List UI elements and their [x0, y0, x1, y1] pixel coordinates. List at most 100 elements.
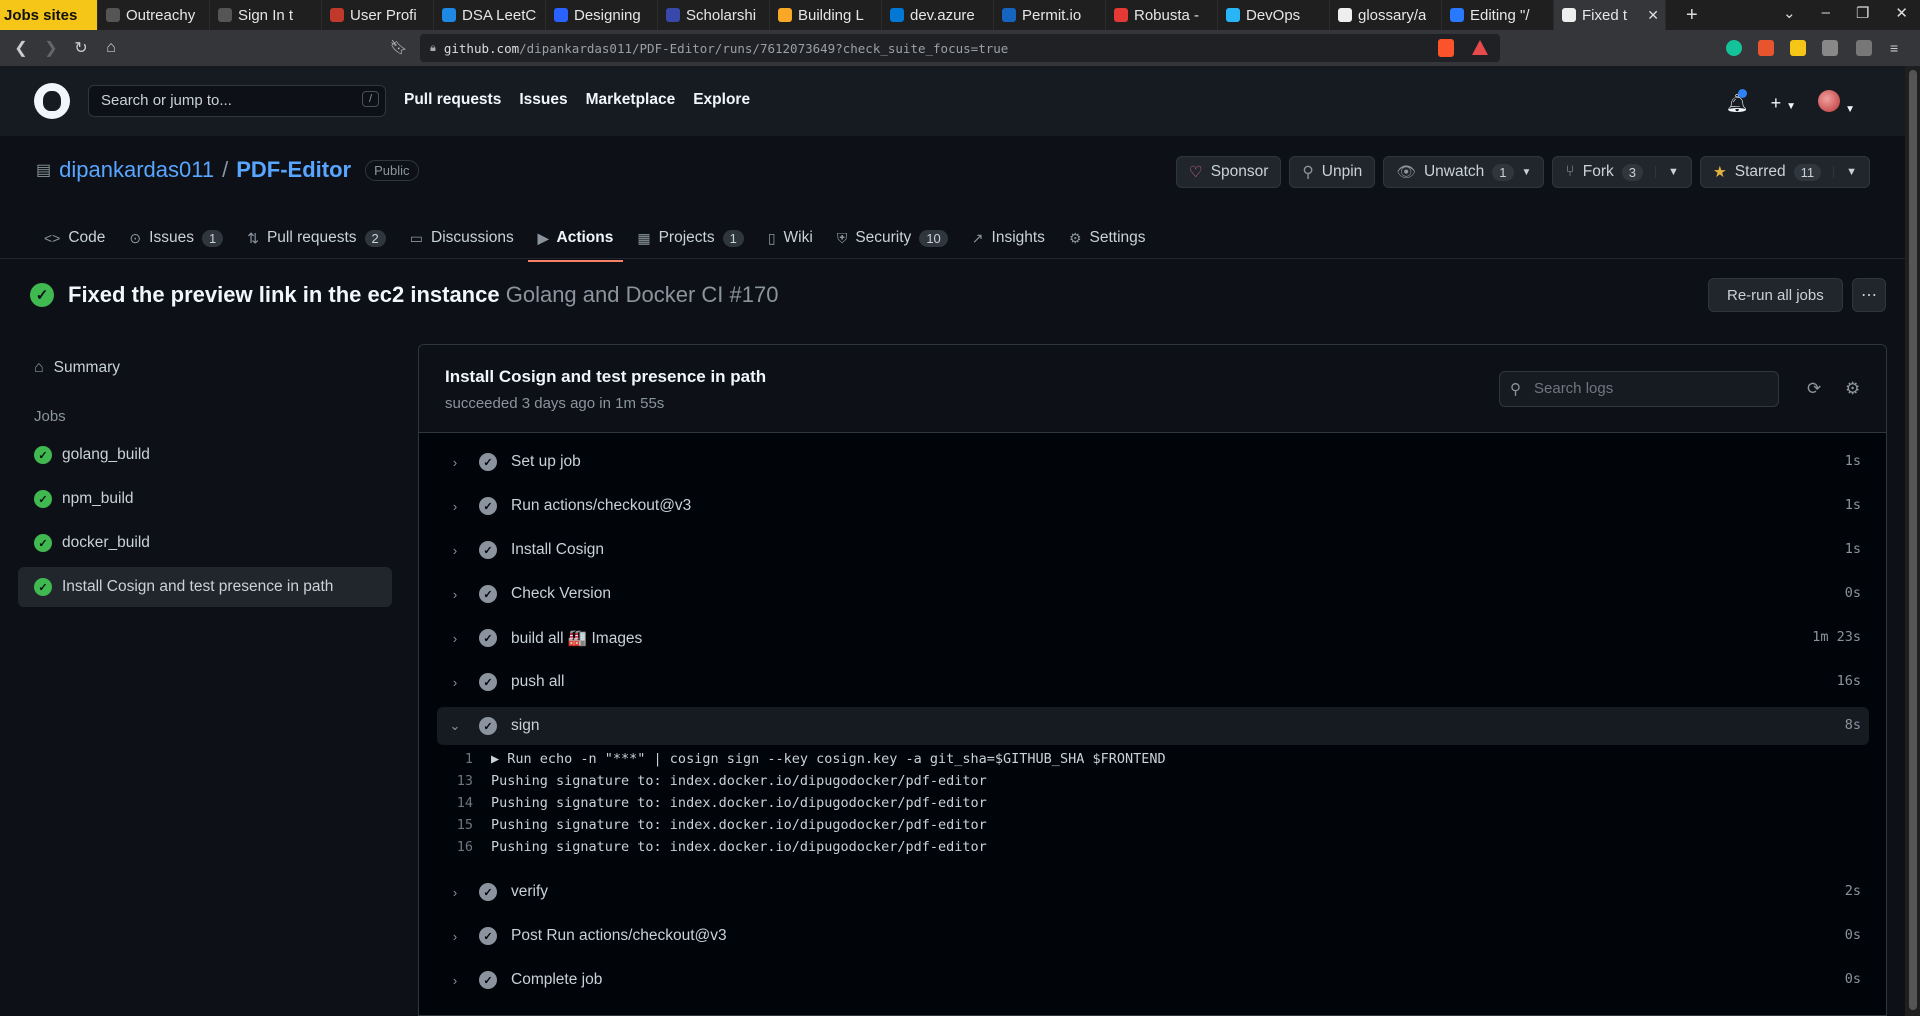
fork-button[interactable]: ⑂ Fork 3 ▼	[1552, 156, 1692, 188]
browser-tab[interactable]: DSA LeetCo	[434, 0, 546, 30]
log-line-number[interactable]: 15	[437, 817, 491, 839]
tab-pull-requests[interactable]: ⇅ Pull requests 2	[237, 216, 396, 260]
browser-tab[interactable]: Building L	[770, 0, 882, 30]
job-step[interactable]: › ✓ Post Run actions/checkout@v3 0s	[437, 917, 1869, 955]
browser-tab[interactable]: Designing	[546, 0, 658, 30]
job-step[interactable]: › ✓ Check Version 0s	[437, 575, 1869, 613]
sidebar-job-item[interactable]: ✓ Install Cosign and test presence in pat…	[18, 567, 392, 607]
log-line-number[interactable]: 13	[437, 773, 491, 795]
brave-shield-icon[interactable]	[1438, 39, 1454, 57]
tab-settings[interactable]: ⚙ Settings	[1059, 216, 1156, 260]
job-step[interactable]: › ✓ Set up job 1s	[437, 443, 1869, 481]
job-step[interactable]: › ✓ push all 16s	[437, 663, 1869, 701]
browser-tab[interactable]: DevOps	[1218, 0, 1330, 30]
forward-icon[interactable]: ❯	[36, 38, 66, 58]
new-tab-icon[interactable]: +	[1686, 4, 1698, 27]
browser-tab[interactable]: glossary/a	[1330, 0, 1442, 30]
repo-name-link[interactable]: PDF-Editor	[236, 157, 351, 183]
job-step[interactable]: › ✓ verify 2s	[437, 873, 1869, 911]
brave-rewards-icon[interactable]	[1472, 40, 1488, 55]
tab-discussions[interactable]: ▭ Discussions	[400, 216, 524, 260]
unwatch-button[interactable]: 👁︎ Unwatch 1 ▼	[1383, 156, 1545, 188]
tab-wiki[interactable]: ▯ Wiki	[758, 216, 823, 260]
scrollbar-thumb[interactable]	[1909, 70, 1917, 1010]
star-dropdown-chevron-icon[interactable]: ▼	[1833, 166, 1857, 178]
job-step[interactable]: › ✓ build all 🏭 Images 1m 23s	[437, 619, 1869, 657]
page-scrollbar[interactable]	[1905, 66, 1920, 1016]
chevron-right-icon[interactable]: ›	[437, 455, 473, 470]
chevron-right-icon[interactable]: ›	[437, 973, 473, 988]
back-icon[interactable]: ❮	[6, 38, 36, 58]
minimize-icon[interactable]: –	[1822, 4, 1830, 22]
browser-tab[interactable]: Sign In t	[210, 0, 322, 30]
sidebar-job-item[interactable]: ✓ docker_build	[18, 523, 392, 563]
job-step[interactable]: › ✓ Complete job 0s	[437, 961, 1869, 999]
unpin-button[interactable]: ⚲ Unpin	[1289, 156, 1376, 188]
log-line-number[interactable]: 14	[437, 795, 491, 817]
chevron-right-icon[interactable]: ›	[437, 675, 473, 690]
job-step[interactable]: › ✓ Run actions/checkout@v3 1s	[437, 487, 1869, 525]
fork-dropdown-chevron-icon[interactable]: ▼	[1654, 166, 1679, 178]
log-line-number[interactable]: 16	[437, 839, 491, 861]
chevron-right-icon[interactable]: ›	[437, 929, 473, 944]
refresh-icon[interactable]: ⟳	[1807, 379, 1821, 399]
close-tab-icon[interactable]: ✕	[1647, 7, 1659, 24]
repo-owner-link[interactable]: dipankardas011	[59, 157, 214, 183]
browser-tab[interactable]: Jobs sites	[0, 0, 98, 30]
wallet-icon[interactable]	[1856, 40, 1872, 56]
browser-tab[interactable]: Permit.io	[994, 0, 1106, 30]
search-logs-input[interactable]: ⚲ Search logs	[1499, 371, 1779, 407]
job-step[interactable]: ⌄ ✓ sign 8s	[437, 707, 1869, 745]
nav-marketplace[interactable]: Marketplace	[586, 91, 676, 109]
browser-menu-icon[interactable]: ≡	[1890, 40, 1906, 56]
tab-insights[interactable]: ↗ Insights	[962, 216, 1055, 260]
github-logo-icon[interactable]	[34, 83, 70, 119]
bookmark-icon[interactable]: 🔖︎	[390, 39, 408, 56]
nav-explore[interactable]: Explore	[693, 91, 750, 109]
more-options-icon[interactable]: ⋯	[1852, 278, 1886, 312]
create-new-plus-icon[interactable]: + ▼	[1771, 93, 1796, 114]
browser-tab[interactable]: User Profi	[322, 0, 434, 30]
job-step[interactable]: › ✓ Install Cosign 1s	[437, 531, 1869, 569]
browser-tab[interactable]: Robusta -	[1106, 0, 1218, 30]
browser-tab[interactable]: Editing "/	[1442, 0, 1554, 30]
tab-search-icon[interactable]: ⌄	[1783, 4, 1796, 22]
tab-projects[interactable]: ▦ Projects 1	[627, 216, 753, 260]
gear-icon[interactable]: ⚙	[1845, 379, 1860, 399]
user-menu[interactable]: ▼	[1818, 90, 1855, 117]
log-line[interactable]: 1 ▶ Run echo -n "***" | cosign sign --key…	[437, 751, 1869, 773]
sidebar-job-item[interactable]: ✓ npm_build	[18, 479, 392, 519]
notifications-bell-icon[interactable]: 🔔︎	[1726, 89, 1749, 114]
chevron-right-icon[interactable]: ›	[437, 543, 473, 558]
tab-actions[interactable]: ▶ Actions	[527, 216, 624, 262]
chevron-right-icon[interactable]: ›	[437, 631, 473, 646]
sidebar-item-summary[interactable]: ⌂ Summary	[18, 348, 392, 388]
chevron-right-icon[interactable]: ›	[437, 885, 473, 900]
tab-security[interactable]: ⛨ Security 10	[827, 216, 958, 260]
grammarly-extension-icon[interactable]	[1726, 40, 1742, 56]
nav-pull-requests[interactable]: Pull requests	[404, 91, 501, 109]
log-line-number[interactable]: 1	[437, 751, 491, 773]
nav-issues[interactable]: Issues	[519, 91, 567, 109]
extension-icon-yellow[interactable]	[1790, 40, 1806, 56]
browser-tab[interactable]: dev.azure	[882, 0, 994, 30]
chevron-right-icon[interactable]: ›	[437, 499, 473, 514]
tab-issues[interactable]: ⊙ Issues 1	[119, 216, 233, 260]
chevron-right-icon[interactable]: ›	[437, 587, 473, 602]
extension-icon-red[interactable]	[1758, 40, 1774, 56]
chevron-down-icon[interactable]: ⌄	[437, 718, 473, 734]
url-field[interactable]: 🔒︎ github.com/dipankardas011/PDF-Editor/…	[420, 34, 1500, 62]
extensions-puzzle-icon[interactable]	[1822, 40, 1838, 56]
browser-tab[interactable]: Fixed t ✕	[1554, 0, 1666, 30]
sponsor-button[interactable]: ♡ Sponsor	[1175, 156, 1282, 188]
browser-tab[interactable]: Outreachy	[98, 0, 210, 30]
sidebar-job-item[interactable]: ✓ golang_build	[18, 435, 392, 475]
home-icon[interactable]: ⌂	[96, 39, 126, 57]
global-search-input[interactable]: Search or jump to... /	[88, 85, 386, 117]
star-button[interactable]: ★ Starred 11 ▼	[1699, 156, 1870, 188]
reload-icon[interactable]: ↻	[66, 38, 96, 58]
browser-tab[interactable]: Scholarshi	[658, 0, 770, 30]
maximize-icon[interactable]: ❐	[1856, 4, 1869, 22]
rerun-all-jobs-button[interactable]: Re-run all jobs	[1708, 278, 1843, 312]
tab-code[interactable]: <> Code	[34, 216, 115, 260]
